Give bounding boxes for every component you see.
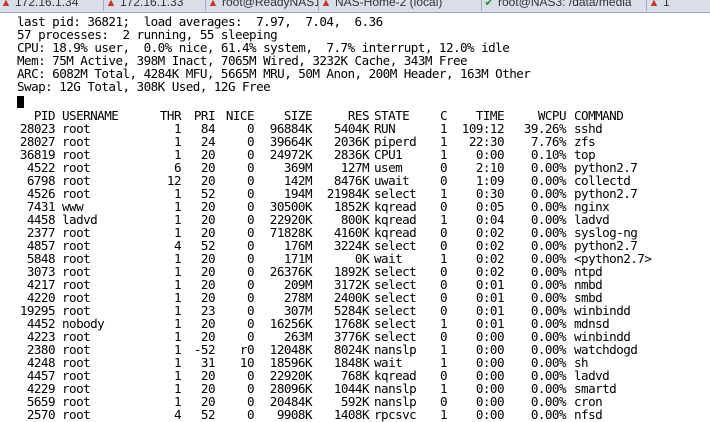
tab-label: root@ReadyNAS1: ~ bbox=[222, 0, 319, 9]
tab-label: 1 bbox=[663, 0, 670, 9]
tab-4[interactable]: ▲ NAS-Home-2 (local) bbox=[320, 0, 482, 11]
tab-5[interactable]: ✔ root@NAS3: /data/media bbox=[483, 0, 647, 11]
tab-label: root@NAS3: /data/media bbox=[498, 0, 632, 9]
tab-2[interactable]: ▲ 172.16.1.33 bbox=[105, 0, 206, 11]
warning-icon: ▲ bbox=[207, 0, 219, 9]
cell-size: 9908K bbox=[276, 407, 313, 422]
tab-label: 172.16.1.34 bbox=[15, 0, 79, 9]
terminal-window[interactable]: last pid: 36821; load averages: 7.97, 7.… bbox=[0, 13, 710, 422]
summary-line: Swap: 12G Total, 308K Used, 12G Free bbox=[17, 79, 271, 94]
cell-pid: 2570 bbox=[26, 407, 56, 422]
cell-username: root bbox=[62, 407, 91, 422]
check-icon: ✔ bbox=[484, 0, 494, 9]
cell-c: 1 bbox=[439, 407, 448, 422]
cell-res: 1408K bbox=[333, 407, 370, 422]
cell-thr: 4 bbox=[173, 407, 182, 422]
warning-icon: ▲ bbox=[105, 0, 117, 9]
cell-nice: 0 bbox=[246, 407, 255, 422]
warning-icon: ▲ bbox=[648, 0, 660, 9]
tab-label: 172.16.1.33 bbox=[120, 0, 184, 9]
cell-command: nfsd bbox=[574, 407, 603, 422]
warning-icon: ▲ bbox=[320, 0, 332, 9]
cell-command: watchdogd bbox=[574, 342, 638, 357]
tab-1[interactable]: ▲ 172.16.1.34 bbox=[0, 0, 104, 11]
terminal-cursor bbox=[17, 96, 24, 108]
cell-pri: 52 bbox=[200, 407, 216, 422]
cell-state: rpcsvc bbox=[374, 407, 417, 422]
cell-wcpu: 0.00% bbox=[530, 407, 567, 422]
tab-label: NAS-Home-2 (local) bbox=[335, 0, 443, 9]
tab-6[interactable]: ▲ 1 bbox=[648, 0, 710, 11]
warning-icon: ▲ bbox=[0, 0, 12, 9]
cell-time: 0:00 bbox=[475, 407, 505, 422]
tab-bar: ▲ 172.16.1.34 ▲ 172.16.1.33 ▲ root@ReadyNAS1:… bbox=[0, 0, 710, 13]
tab-3[interactable]: ▲root@ReadyNAS1: ~ bbox=[207, 0, 319, 11]
